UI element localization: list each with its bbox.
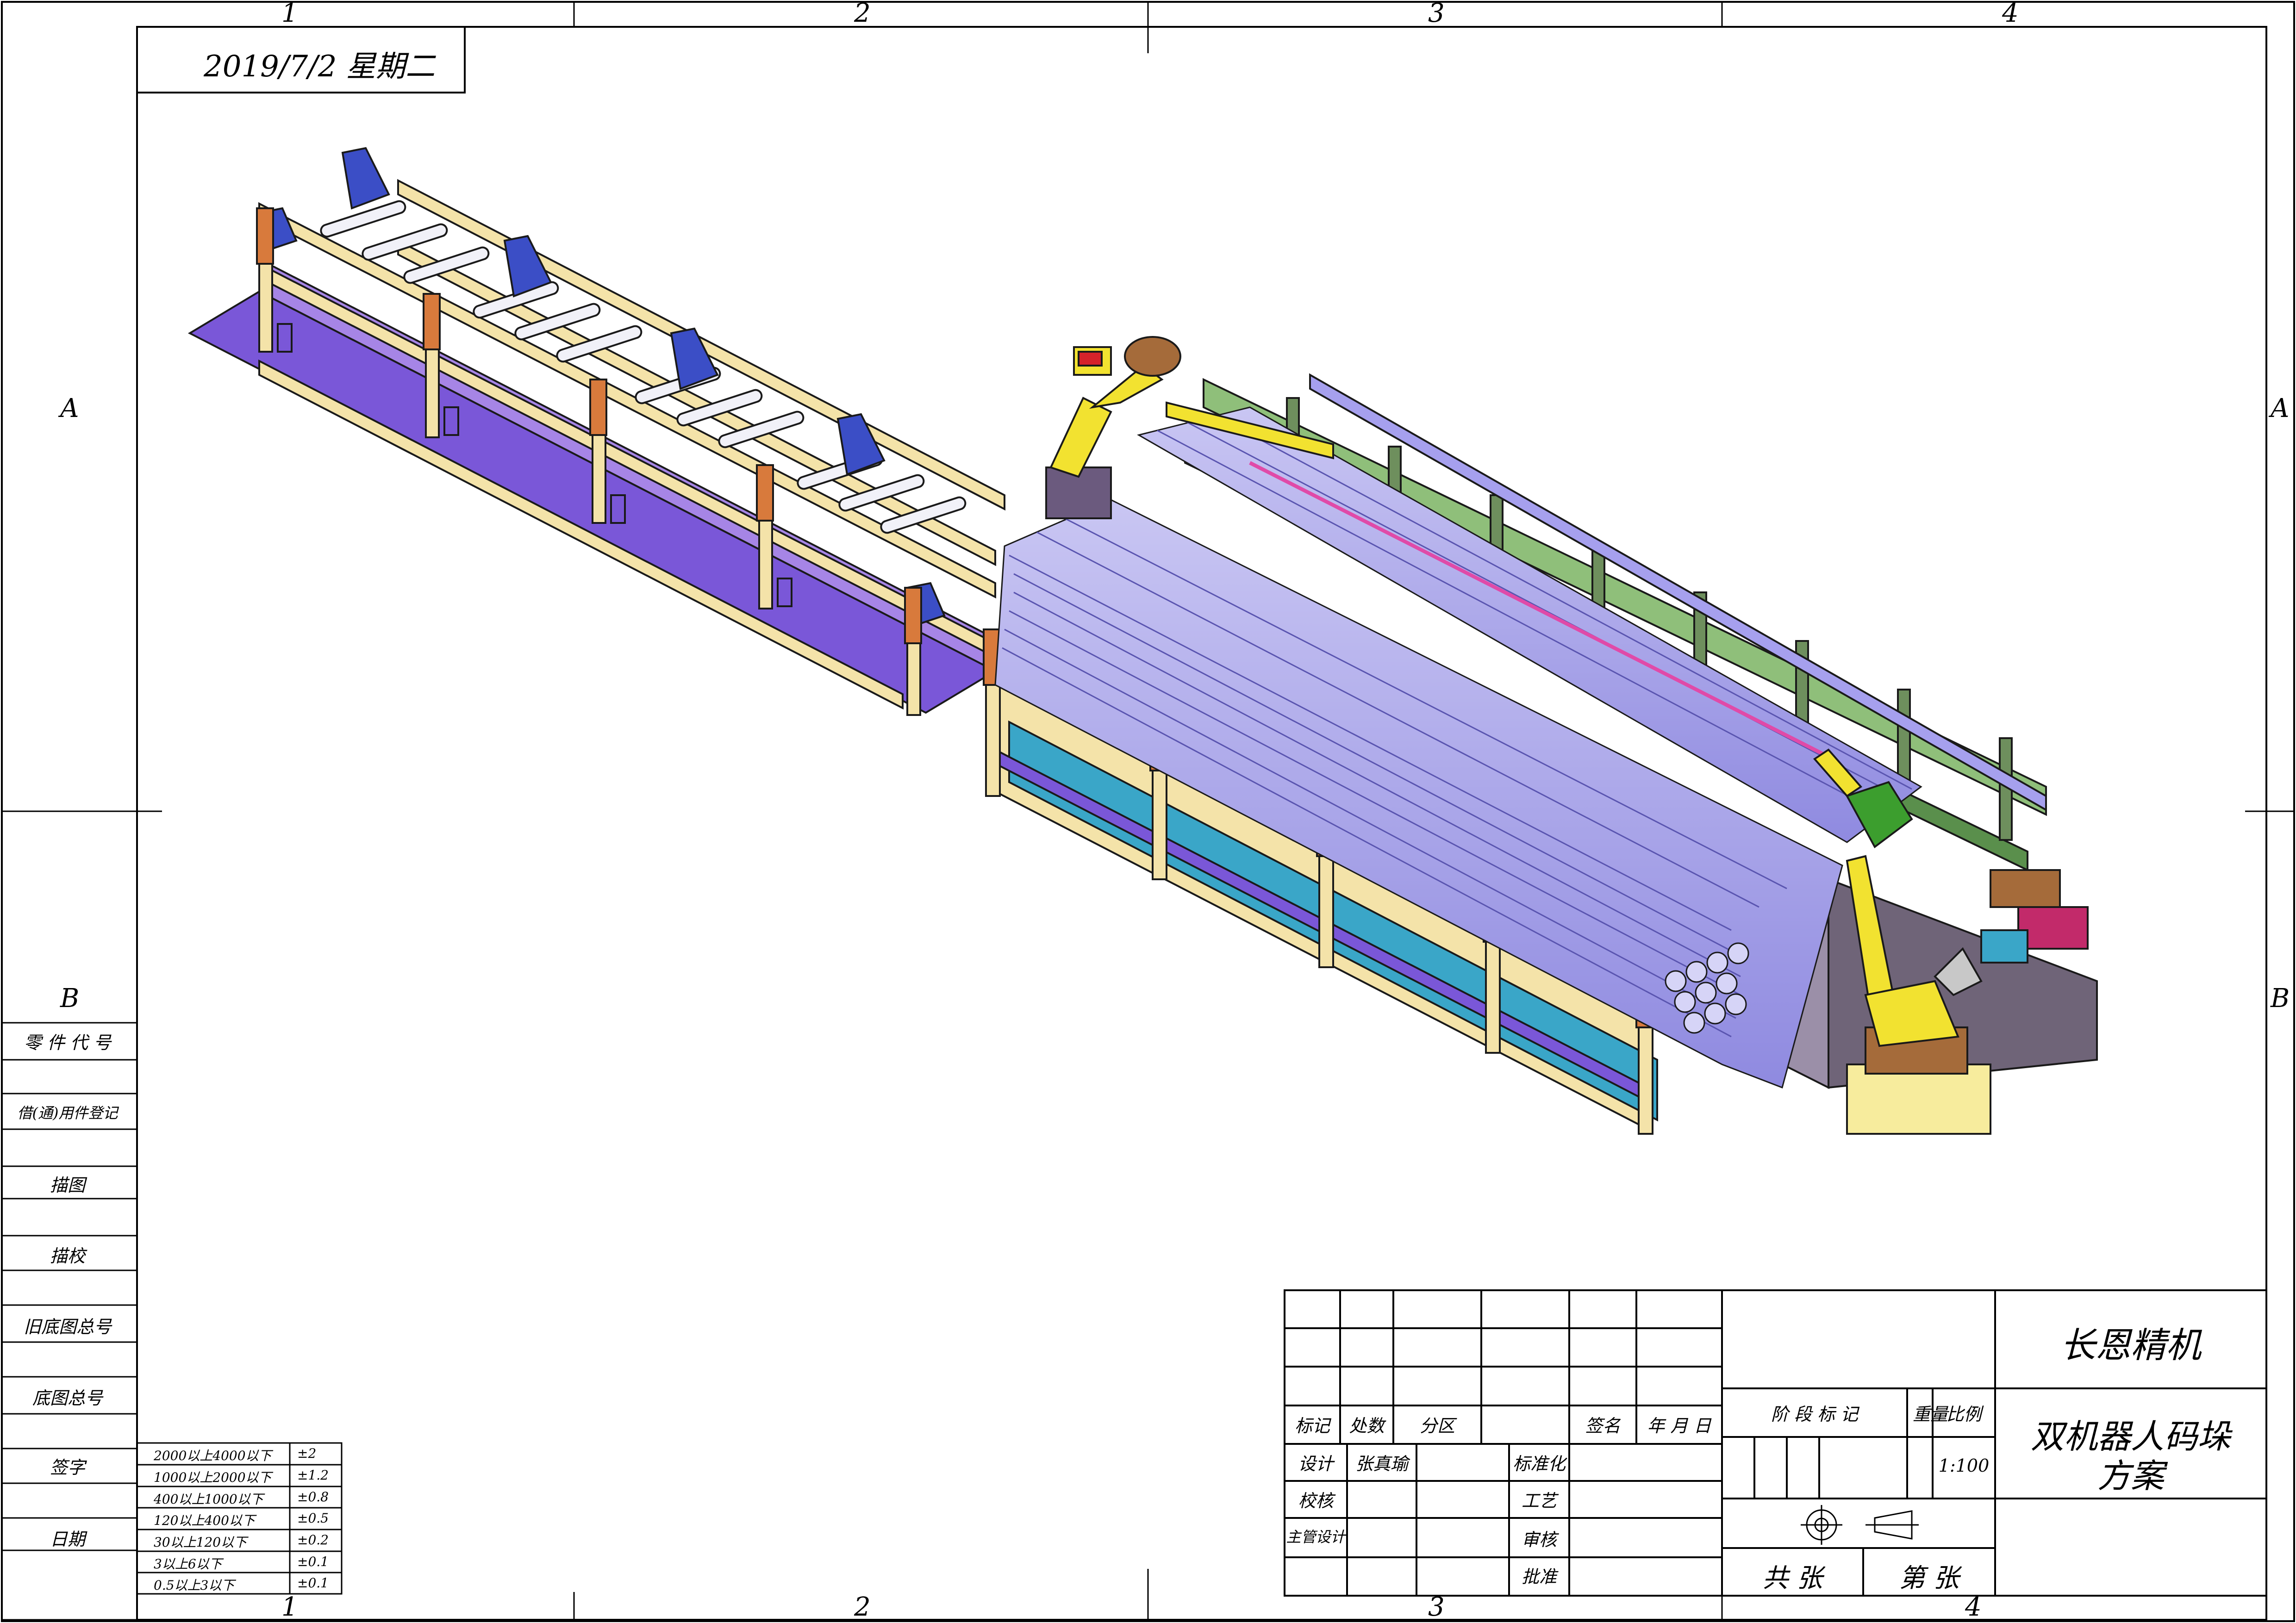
drawing-title-line2: 方案 bbox=[2097, 1456, 2164, 1495]
total-sheets: 共 张 bbox=[1762, 1563, 1823, 1593]
chief-design-label: 主管设计 bbox=[1286, 1528, 1346, 1546]
process-label: 工艺 bbox=[1521, 1491, 1557, 1511]
roller-conveyor bbox=[187, 147, 1005, 716]
date-header: 年 月 日 bbox=[1647, 1416, 1711, 1436]
standardization-label: 标准化 bbox=[1512, 1454, 1566, 1474]
designer-name: 张真瑜 bbox=[1355, 1454, 1408, 1474]
sheet-number: 第 张 bbox=[1899, 1563, 1959, 1593]
sign-header: 签名 bbox=[1585, 1416, 1621, 1436]
check-label: 校核 bbox=[1298, 1491, 1334, 1511]
mark-header: 标记 bbox=[1294, 1416, 1330, 1436]
scale-label: 比例 bbox=[1946, 1404, 1982, 1424]
drive-unit bbox=[1980, 869, 2089, 964]
review-label: 审核 bbox=[1521, 1530, 1557, 1550]
approve-label: 批准 bbox=[1521, 1567, 1557, 1587]
zone-header: 分区 bbox=[1419, 1416, 1455, 1436]
company-name: 长恩精机 bbox=[2060, 1325, 2201, 1366]
design-label: 设计 bbox=[1298, 1454, 1334, 1474]
stage-mark-label: 阶 段 标 记 bbox=[1771, 1404, 1859, 1424]
count-header: 处数 bbox=[1349, 1416, 1385, 1436]
scale-value: 1:100 bbox=[1938, 1455, 1990, 1476]
palletizing-line-illustration bbox=[187, 147, 2098, 1135]
